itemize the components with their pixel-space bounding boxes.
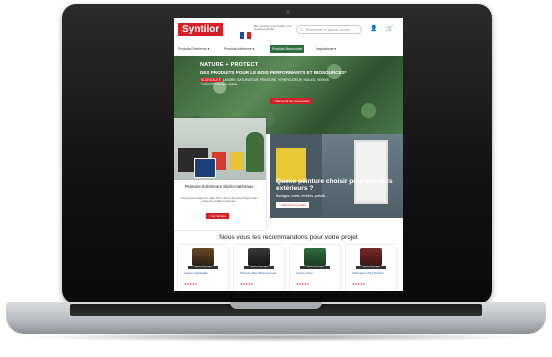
product-rating: ★★★★★ (352, 282, 366, 286)
promo1-title: Peinture Extérieure Multi-matériaux (184, 184, 254, 189)
product-badge: Testée en 1ère ligne (188, 266, 218, 269)
user-icon[interactable]: 👤 (370, 25, 377, 32)
promo-image-chairs (174, 118, 266, 180)
search-placeholder: Rechercher un produit, conseil... (306, 28, 352, 32)
hero-badge: NOUVEAUTÉ (200, 78, 222, 82)
product-card[interactable]: Testée en 1ère ligne Peinture Bois Micro… (234, 245, 284, 291)
promo-card-peinture[interactable]: Peinture Extérieure Multi-matériaux Conç… (174, 118, 266, 230)
promo2-cta-button[interactable]: > Découvrir le guide (276, 202, 309, 208)
hero-line: NOUVEAUTÉ LASURE, SATURATEUR, PEINTURE, … (200, 78, 329, 82)
white-window (354, 140, 388, 204)
product-image (360, 248, 382, 266)
french-flag-icon[interactable] (240, 26, 251, 39)
promo2-desc: Bardages, volets, fenêtres, portails... (276, 194, 328, 198)
cart-icon[interactable]: 🛒 (386, 25, 393, 32)
hero-line-text: LASURE, SATURATEUR, PEINTURE, VITRIFICAT… (222, 78, 329, 82)
product-rating: ★★★★★ (184, 282, 198, 286)
product-badge: Testée en 1ère ligne (300, 266, 330, 269)
product-card[interactable]: Testée en 1ère ligne Saturateur Ultra Pr… (346, 245, 396, 291)
nav-inspirations[interactable]: Inspirations ▾ (316, 45, 336, 53)
product-name[interactable]: Peinture Bois Microporeuse (240, 271, 280, 275)
promo-card-guide[interactable]: Quelle peinture choisir pour vos bois ex… (270, 134, 403, 218)
promo2-title: Quelle peinture choisir pour vos bois ex… (276, 178, 393, 192)
product-image (304, 248, 326, 266)
yellow-door (276, 148, 306, 182)
product-image (248, 248, 270, 266)
hero-cta-button[interactable]: > Découvrir les nouveautés (270, 98, 313, 104)
nav-produits-interieurs[interactable]: Produits Intérieurs ▾ (224, 45, 254, 53)
laptop-screen: Syntilor Bien entretenir avec Syntilor, … (174, 18, 403, 291)
product-badge: Testée en 1ère ligne (356, 266, 386, 269)
main-nav: Produits Extérieurs ▾ Produits Intérieur… (174, 44, 403, 54)
webcam (286, 10, 290, 14)
product-name[interactable]: Vernis marin (296, 271, 336, 275)
recommend-title: Nous vous les recommandons pour votre pr… (219, 234, 358, 241)
promo1-cta-button[interactable]: > Je l'achète (206, 213, 229, 219)
product-card[interactable]: Testée en 1ère ligne Vernis marin ★★★★★ (290, 245, 340, 291)
product-badge: Testée en 1ère ligne (244, 266, 274, 269)
product-rating: ★★★★★ (296, 282, 310, 286)
product-card[interactable]: Testée en 1ère ligne Lasure Imbattable ★… (178, 245, 228, 291)
nav-produits-exterieurs[interactable]: Produits Extérieurs ▾ (178, 45, 209, 53)
nav-produits-biosources[interactable]: Produits Biosourcés (270, 45, 305, 53)
hero-note: * Jusqu'à 97% d'origine végétale (200, 83, 238, 86)
site-logo[interactable]: Syntilor (178, 23, 224, 36)
product-rating: ★★★★★ (240, 282, 254, 286)
search-icon: ⌕ (300, 27, 303, 32)
search-input[interactable]: ⌕ Rechercher un produit, conseil... (296, 25, 362, 34)
product-name[interactable]: Lasure Imbattable (184, 271, 224, 275)
hero-title: NATURE + PROTECT (200, 62, 259, 68)
laptop-notch (230, 302, 322, 309)
site-header: Syntilor Bien entretenir avec Syntilor, … (174, 18, 403, 42)
product-list: Testée en 1ère ligne Lasure Imbattable ★… (178, 245, 403, 291)
header-tagline: Bien entretenir avec Syntilor, c'est dur… (254, 25, 292, 31)
hero-subtitle: DES PRODUITS POUR LE BOIS PERFORMANTS ET… (200, 70, 347, 75)
product-image (192, 248, 214, 266)
promo1-desc: Conçue pour protéger bois, métal, PVC et… (180, 198, 258, 203)
product-name[interactable]: Saturateur Ultra Protect (352, 271, 392, 275)
